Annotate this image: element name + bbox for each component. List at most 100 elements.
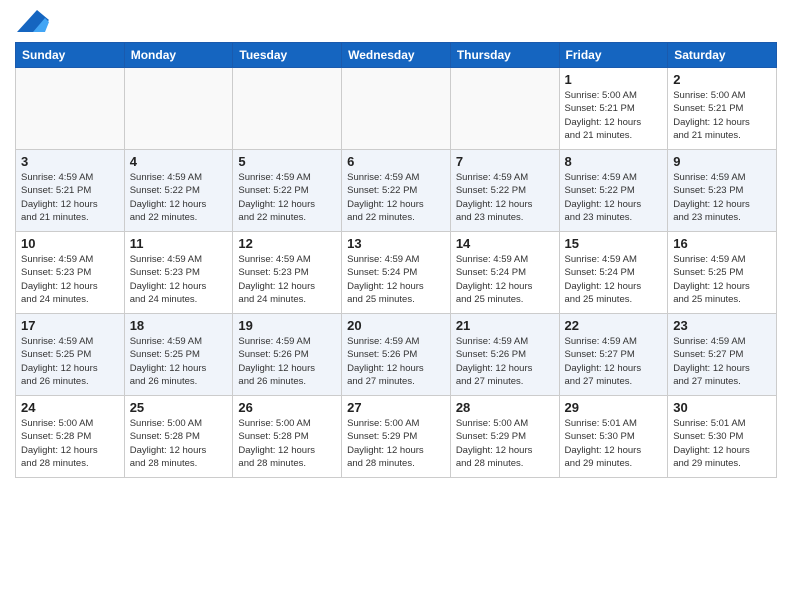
day-info: Sunrise: 5:00 AM Sunset: 5:21 PM Dayligh…: [673, 89, 771, 142]
calendar-week-row-3: 10Sunrise: 4:59 AM Sunset: 5:23 PM Dayli…: [16, 232, 777, 314]
day-info: Sunrise: 4:59 AM Sunset: 5:21 PM Dayligh…: [21, 171, 119, 224]
calendar-cell: 6 Sunrise: 4:59 AM Sunset: 5:22 PM Daylig…: [342, 150, 451, 232]
header: [15, 10, 777, 32]
day-number: 25: [130, 400, 228, 415]
day-info: Sunrise: 4:59 AM Sunset: 5:23 PM Dayligh…: [673, 171, 771, 224]
day-info: Sunrise: 5:00 AM Sunset: 5:28 PM Dayligh…: [130, 417, 228, 470]
day-number: 7: [456, 154, 554, 169]
weekday-header-row: SundayMondayTuesdayWednesdayThursdayFrid…: [16, 43, 777, 68]
day-info: Sunrise: 5:00 AM Sunset: 5:29 PM Dayligh…: [347, 417, 445, 470]
calendar-cell: 5 Sunrise: 4:59 AM Sunset: 5:22 PM Daylig…: [233, 150, 342, 232]
day-info: Sunrise: 4:59 AM Sunset: 5:25 PM Dayligh…: [21, 335, 119, 388]
calendar-cell: 12 Sunrise: 4:59 AM Sunset: 5:23 PM Dayli…: [233, 232, 342, 314]
day-info: Sunrise: 4:59 AM Sunset: 5:23 PM Dayligh…: [21, 253, 119, 306]
day-info: Sunrise: 5:00 AM Sunset: 5:28 PM Dayligh…: [238, 417, 336, 470]
calendar-cell: 26 Sunrise: 5:00 AM Sunset: 5:28 PM Dayli…: [233, 396, 342, 478]
calendar-cell: 7 Sunrise: 4:59 AM Sunset: 5:22 PM Daylig…: [450, 150, 559, 232]
weekday-header-sunday: Sunday: [16, 43, 125, 68]
day-number: 11: [130, 236, 228, 251]
day-number: 22: [565, 318, 663, 333]
calendar-cell: 27Sunrise: 5:00 AM Sunset: 5:29 PM Dayli…: [342, 396, 451, 478]
day-number: 20: [347, 318, 445, 333]
day-number: 29: [565, 400, 663, 415]
day-info: Sunrise: 4:59 AM Sunset: 5:22 PM Dayligh…: [565, 171, 663, 224]
day-number: 12: [238, 236, 336, 251]
day-info: Sunrise: 4:59 AM Sunset: 5:27 PM Dayligh…: [673, 335, 771, 388]
calendar-week-row-5: 24 Sunrise: 5:00 AM Sunset: 5:28 PM Dayli…: [16, 396, 777, 478]
day-info: Sunrise: 4:59 AM Sunset: 5:23 PM Dayligh…: [238, 253, 336, 306]
day-number: 9: [673, 154, 771, 169]
calendar-cell: 25 Sunrise: 5:00 AM Sunset: 5:28 PM Dayli…: [124, 396, 233, 478]
day-info: Sunrise: 4:59 AM Sunset: 5:26 PM Dayligh…: [456, 335, 554, 388]
calendar-cell: 10Sunrise: 4:59 AM Sunset: 5:23 PM Dayli…: [16, 232, 125, 314]
calendar-cell: 21 Sunrise: 4:59 AM Sunset: 5:26 PM Dayli…: [450, 314, 559, 396]
day-number: 30: [673, 400, 771, 415]
day-info: Sunrise: 4:59 AM Sunset: 5:25 PM Dayligh…: [130, 335, 228, 388]
day-info: Sunrise: 5:00 AM Sunset: 5:28 PM Dayligh…: [21, 417, 119, 470]
day-number: 26: [238, 400, 336, 415]
day-info: Sunrise: 4:59 AM Sunset: 5:23 PM Dayligh…: [130, 253, 228, 306]
calendar-cell: 20Sunrise: 4:59 AM Sunset: 5:26 PM Dayli…: [342, 314, 451, 396]
day-number: 14: [456, 236, 554, 251]
day-number: 15: [565, 236, 663, 251]
weekday-header-wednesday: Wednesday: [342, 43, 451, 68]
day-info: Sunrise: 4:59 AM Sunset: 5:22 PM Dayligh…: [238, 171, 336, 224]
calendar-cell: [16, 68, 125, 150]
weekday-header-thursday: Thursday: [450, 43, 559, 68]
day-info: Sunrise: 5:00 AM Sunset: 5:29 PM Dayligh…: [456, 417, 554, 470]
calendar-cell: 30 Sunrise: 5:01 AM Sunset: 5:30 PM Dayli…: [668, 396, 777, 478]
day-number: 18: [130, 318, 228, 333]
day-number: 23: [673, 318, 771, 333]
calendar-cell: 2 Sunrise: 5:00 AM Sunset: 5:21 PM Daylig…: [668, 68, 777, 150]
calendar-week-row-4: 17Sunrise: 4:59 AM Sunset: 5:25 PM Dayli…: [16, 314, 777, 396]
calendar-week-row-1: 1 Sunrise: 5:00 AM Sunset: 5:21 PM Daylig…: [16, 68, 777, 150]
page: SundayMondayTuesdayWednesdayThursdayFrid…: [0, 0, 792, 488]
logo-icon: [17, 10, 49, 32]
calendar-cell: 18 Sunrise: 4:59 AM Sunset: 5:25 PM Dayli…: [124, 314, 233, 396]
logo: [15, 10, 49, 32]
day-number: 13: [347, 236, 445, 251]
day-number: 5: [238, 154, 336, 169]
day-info: Sunrise: 5:01 AM Sunset: 5:30 PM Dayligh…: [673, 417, 771, 470]
calendar-cell: [342, 68, 451, 150]
calendar-cell: 16 Sunrise: 4:59 AM Sunset: 5:25 PM Dayli…: [668, 232, 777, 314]
day-info: Sunrise: 5:00 AM Sunset: 5:21 PM Dayligh…: [565, 89, 663, 142]
weekday-header-monday: Monday: [124, 43, 233, 68]
calendar-cell: 4 Sunrise: 4:59 AM Sunset: 5:22 PM Daylig…: [124, 150, 233, 232]
day-info: Sunrise: 4:59 AM Sunset: 5:22 PM Dayligh…: [130, 171, 228, 224]
calendar-cell: 23 Sunrise: 4:59 AM Sunset: 5:27 PM Dayli…: [668, 314, 777, 396]
calendar-cell: 24 Sunrise: 5:00 AM Sunset: 5:28 PM Dayli…: [16, 396, 125, 478]
weekday-header-tuesday: Tuesday: [233, 43, 342, 68]
day-info: Sunrise: 4:59 AM Sunset: 5:22 PM Dayligh…: [347, 171, 445, 224]
day-info: Sunrise: 5:01 AM Sunset: 5:30 PM Dayligh…: [565, 417, 663, 470]
calendar-cell: 1 Sunrise: 5:00 AM Sunset: 5:21 PM Daylig…: [559, 68, 668, 150]
calendar-cell: 17Sunrise: 4:59 AM Sunset: 5:25 PM Dayli…: [16, 314, 125, 396]
calendar-cell: 11 Sunrise: 4:59 AM Sunset: 5:23 PM Dayli…: [124, 232, 233, 314]
calendar-cell: [233, 68, 342, 150]
day-number: 19: [238, 318, 336, 333]
day-info: Sunrise: 4:59 AM Sunset: 5:22 PM Dayligh…: [456, 171, 554, 224]
calendar-cell: [124, 68, 233, 150]
calendar-cell: 14 Sunrise: 4:59 AM Sunset: 5:24 PM Dayli…: [450, 232, 559, 314]
weekday-header-friday: Friday: [559, 43, 668, 68]
day-number: 16: [673, 236, 771, 251]
day-number: 6: [347, 154, 445, 169]
day-number: 1: [565, 72, 663, 87]
calendar-cell: 29 Sunrise: 5:01 AM Sunset: 5:30 PM Dayli…: [559, 396, 668, 478]
day-number: 24: [21, 400, 119, 415]
calendar-week-row-2: 3 Sunrise: 4:59 AM Sunset: 5:21 PM Daylig…: [16, 150, 777, 232]
calendar-cell: 22Sunrise: 4:59 AM Sunset: 5:27 PM Dayli…: [559, 314, 668, 396]
day-number: 2: [673, 72, 771, 87]
calendar-cell: 28Sunrise: 5:00 AM Sunset: 5:29 PM Dayli…: [450, 396, 559, 478]
day-number: 21: [456, 318, 554, 333]
day-info: Sunrise: 4:59 AM Sunset: 5:25 PM Dayligh…: [673, 253, 771, 306]
day-number: 8: [565, 154, 663, 169]
day-info: Sunrise: 4:59 AM Sunset: 5:24 PM Dayligh…: [565, 253, 663, 306]
weekday-header-saturday: Saturday: [668, 43, 777, 68]
calendar-cell: 3 Sunrise: 4:59 AM Sunset: 5:21 PM Daylig…: [16, 150, 125, 232]
calendar: SundayMondayTuesdayWednesdayThursdayFrid…: [15, 42, 777, 478]
day-number: 3: [21, 154, 119, 169]
calendar-cell: 13Sunrise: 4:59 AM Sunset: 5:24 PM Dayli…: [342, 232, 451, 314]
day-number: 4: [130, 154, 228, 169]
day-info: Sunrise: 4:59 AM Sunset: 5:24 PM Dayligh…: [456, 253, 554, 306]
